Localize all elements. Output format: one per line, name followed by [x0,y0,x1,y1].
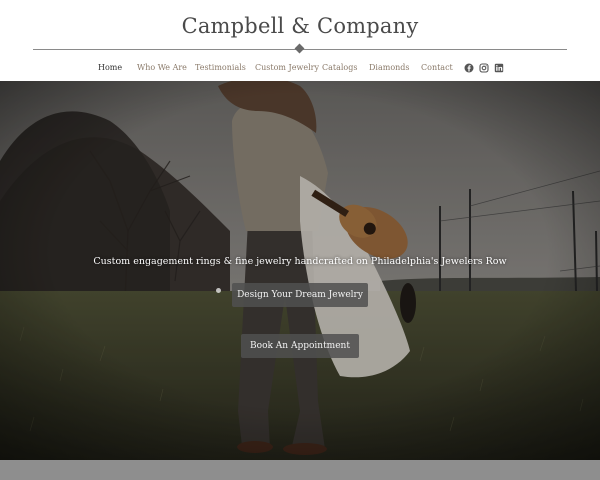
diamond-ornament-icon [294,43,305,54]
footer-strip [0,460,600,480]
site-header: Campbell & Company Home Who We Are Testi… [0,0,600,81]
book-appointment-button[interactable]: Book An Appointment [241,334,359,358]
design-jewelry-button[interactable]: Design Your Dream Jewelry [232,283,368,307]
hero-banner: Custom engagement rings & fine jewelry h… [0,81,600,460]
nav-catalogs[interactable]: Catalogs [322,60,357,76]
main-nav: Home Who We Are Testimonials Custom Jewe… [0,60,600,76]
nav-contact[interactable]: Contact [421,60,453,76]
hero-dim-overlay [0,81,600,460]
nav-who-we-are[interactable]: Who We Are [137,60,187,76]
nav-diamonds[interactable]: Diamonds [369,60,410,76]
nav-home[interactable]: Home [98,60,122,76]
nav-testimonials[interactable]: Testimonials [195,60,246,76]
instagram-icon[interactable] [479,63,489,73]
slider-dot[interactable] [216,288,221,293]
hero-tagline: Custom engagement rings & fine jewelry h… [93,256,507,267]
nav-custom-jewelry[interactable]: Custom Jewelry [255,60,319,76]
facebook-icon[interactable] [464,63,474,73]
linkedin-icon[interactable] [494,63,504,73]
brand-logo[interactable]: Campbell & Company [0,14,600,38]
